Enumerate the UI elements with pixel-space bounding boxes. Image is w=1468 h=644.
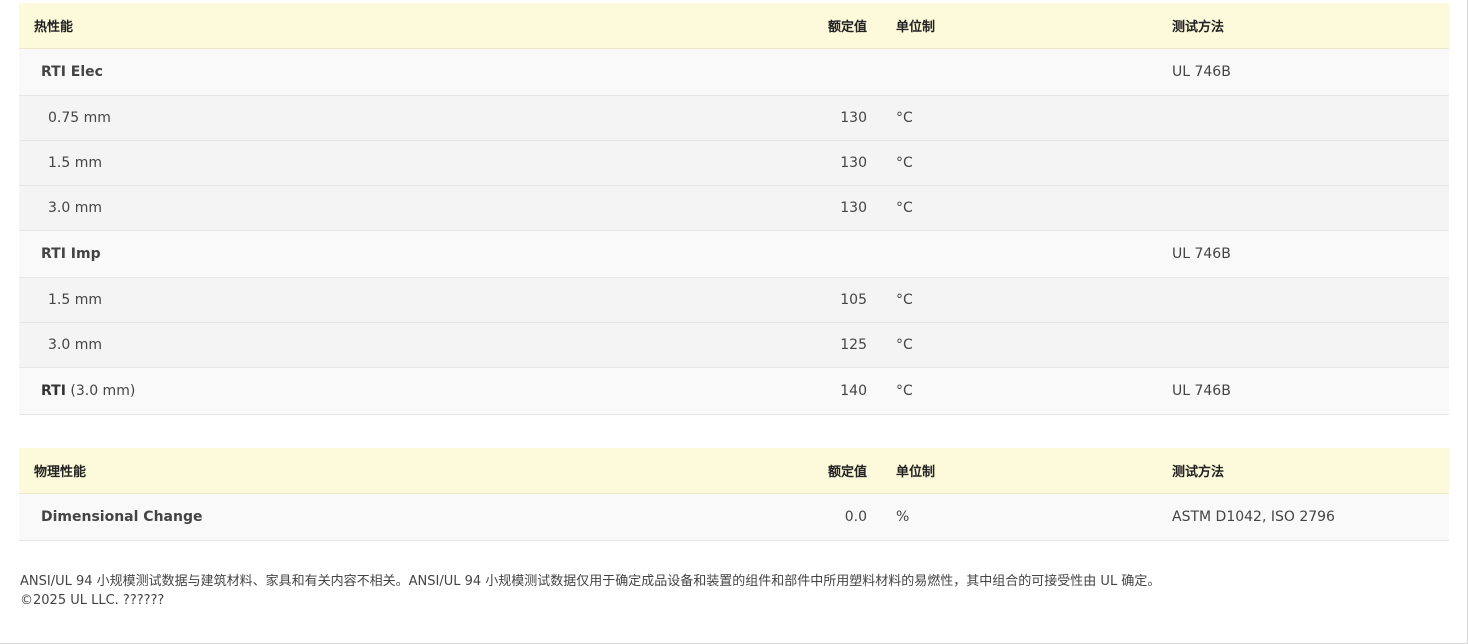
rated-value: 105 xyxy=(783,277,875,323)
property-name: RTI Imp xyxy=(19,230,783,278)
unit xyxy=(875,230,1167,278)
footer-note: ANSI/UL 94 小规模测试数据与建筑材料、家具和有关内容不相关。ANSI/… xyxy=(20,572,1160,610)
property-name: 1.5 mm xyxy=(19,140,783,186)
property-name-main: RTI xyxy=(41,383,66,399)
test-method: UL 746B xyxy=(1167,48,1449,96)
rated-value: 140 xyxy=(783,367,875,415)
physical-properties-table: 物理性能 额定值 单位制 测试方法 Dimensional Change 0.0… xyxy=(19,448,1449,541)
column-header-value: 额定值 xyxy=(783,3,875,49)
property-name: Dimensional Change xyxy=(19,493,783,541)
table-row: 3.0 mm 125 °C xyxy=(19,322,1449,368)
table-row: RTI Imp UL 746B xyxy=(19,230,1449,278)
test-method xyxy=(1167,322,1449,368)
property-name: RTI Elec xyxy=(19,48,783,96)
rated-value: 130 xyxy=(783,185,875,231)
test-method xyxy=(1167,95,1449,141)
rated-value xyxy=(783,48,875,96)
test-method: ASTM D1042, ISO 2796 xyxy=(1167,493,1449,541)
test-method: UL 746B xyxy=(1167,367,1449,415)
copyright-text: ©2025 UL LLC. ?????? xyxy=(20,593,165,608)
unit: % xyxy=(875,493,1167,541)
unit: °C xyxy=(875,322,1167,368)
table-header-row: 物理性能 额定值 单位制 测试方法 xyxy=(19,448,1449,494)
table-row: RTI (3.0 mm) 140 °C UL 746B xyxy=(19,367,1449,415)
property-name-suffix: (3.0 mm) xyxy=(70,383,136,399)
table-header-row: 热性能 额定值 单位制 测试方法 xyxy=(19,3,1449,49)
table-row: 0.75 mm 130 °C xyxy=(19,95,1449,141)
unit: °C xyxy=(875,140,1167,186)
property-name: 1.5 mm xyxy=(19,277,783,323)
thermal-properties-table: 热性能 额定值 单位制 测试方法 RTI Elec UL 746B 0.75 m… xyxy=(19,3,1449,415)
unit: °C xyxy=(875,185,1167,231)
table-row: 3.0 mm 130 °C xyxy=(19,185,1449,231)
rated-value xyxy=(783,230,875,278)
rated-value: 130 xyxy=(783,140,875,186)
table-row: Dimensional Change 0.0 % ASTM D1042, ISO… xyxy=(19,493,1449,541)
test-method xyxy=(1167,277,1449,323)
column-header-value: 额定值 xyxy=(783,448,875,494)
property-name: 0.75 mm xyxy=(19,95,783,141)
column-header-property: 热性能 xyxy=(19,3,783,49)
column-header-property: 物理性能 xyxy=(19,448,783,494)
disclaimer-text: ANSI/UL 94 小规模测试数据与建筑材料、家具和有关内容不相关。ANSI/… xyxy=(20,574,1161,589)
rated-value: 130 xyxy=(783,95,875,141)
test-method: UL 746B xyxy=(1167,230,1449,278)
table-row: RTI Elec UL 746B xyxy=(19,48,1449,96)
unit: °C xyxy=(875,367,1167,415)
column-header-unit: 单位制 xyxy=(875,448,1167,494)
table-row: 1.5 mm 130 °C xyxy=(19,140,1449,186)
property-name: RTI (3.0 mm) xyxy=(19,367,783,415)
column-header-unit: 单位制 xyxy=(875,3,1167,49)
rated-value: 125 xyxy=(783,322,875,368)
test-method xyxy=(1167,140,1449,186)
column-header-method: 测试方法 xyxy=(1167,448,1449,494)
test-method xyxy=(1167,185,1449,231)
table-row: 1.5 mm 105 °C xyxy=(19,277,1449,323)
unit: °C xyxy=(875,95,1167,141)
rated-value: 0.0 xyxy=(783,493,875,541)
column-header-method: 测试方法 xyxy=(1167,3,1449,49)
property-name: 3.0 mm xyxy=(19,322,783,368)
unit xyxy=(875,48,1167,96)
unit: °C xyxy=(875,277,1167,323)
property-name: 3.0 mm xyxy=(19,185,783,231)
